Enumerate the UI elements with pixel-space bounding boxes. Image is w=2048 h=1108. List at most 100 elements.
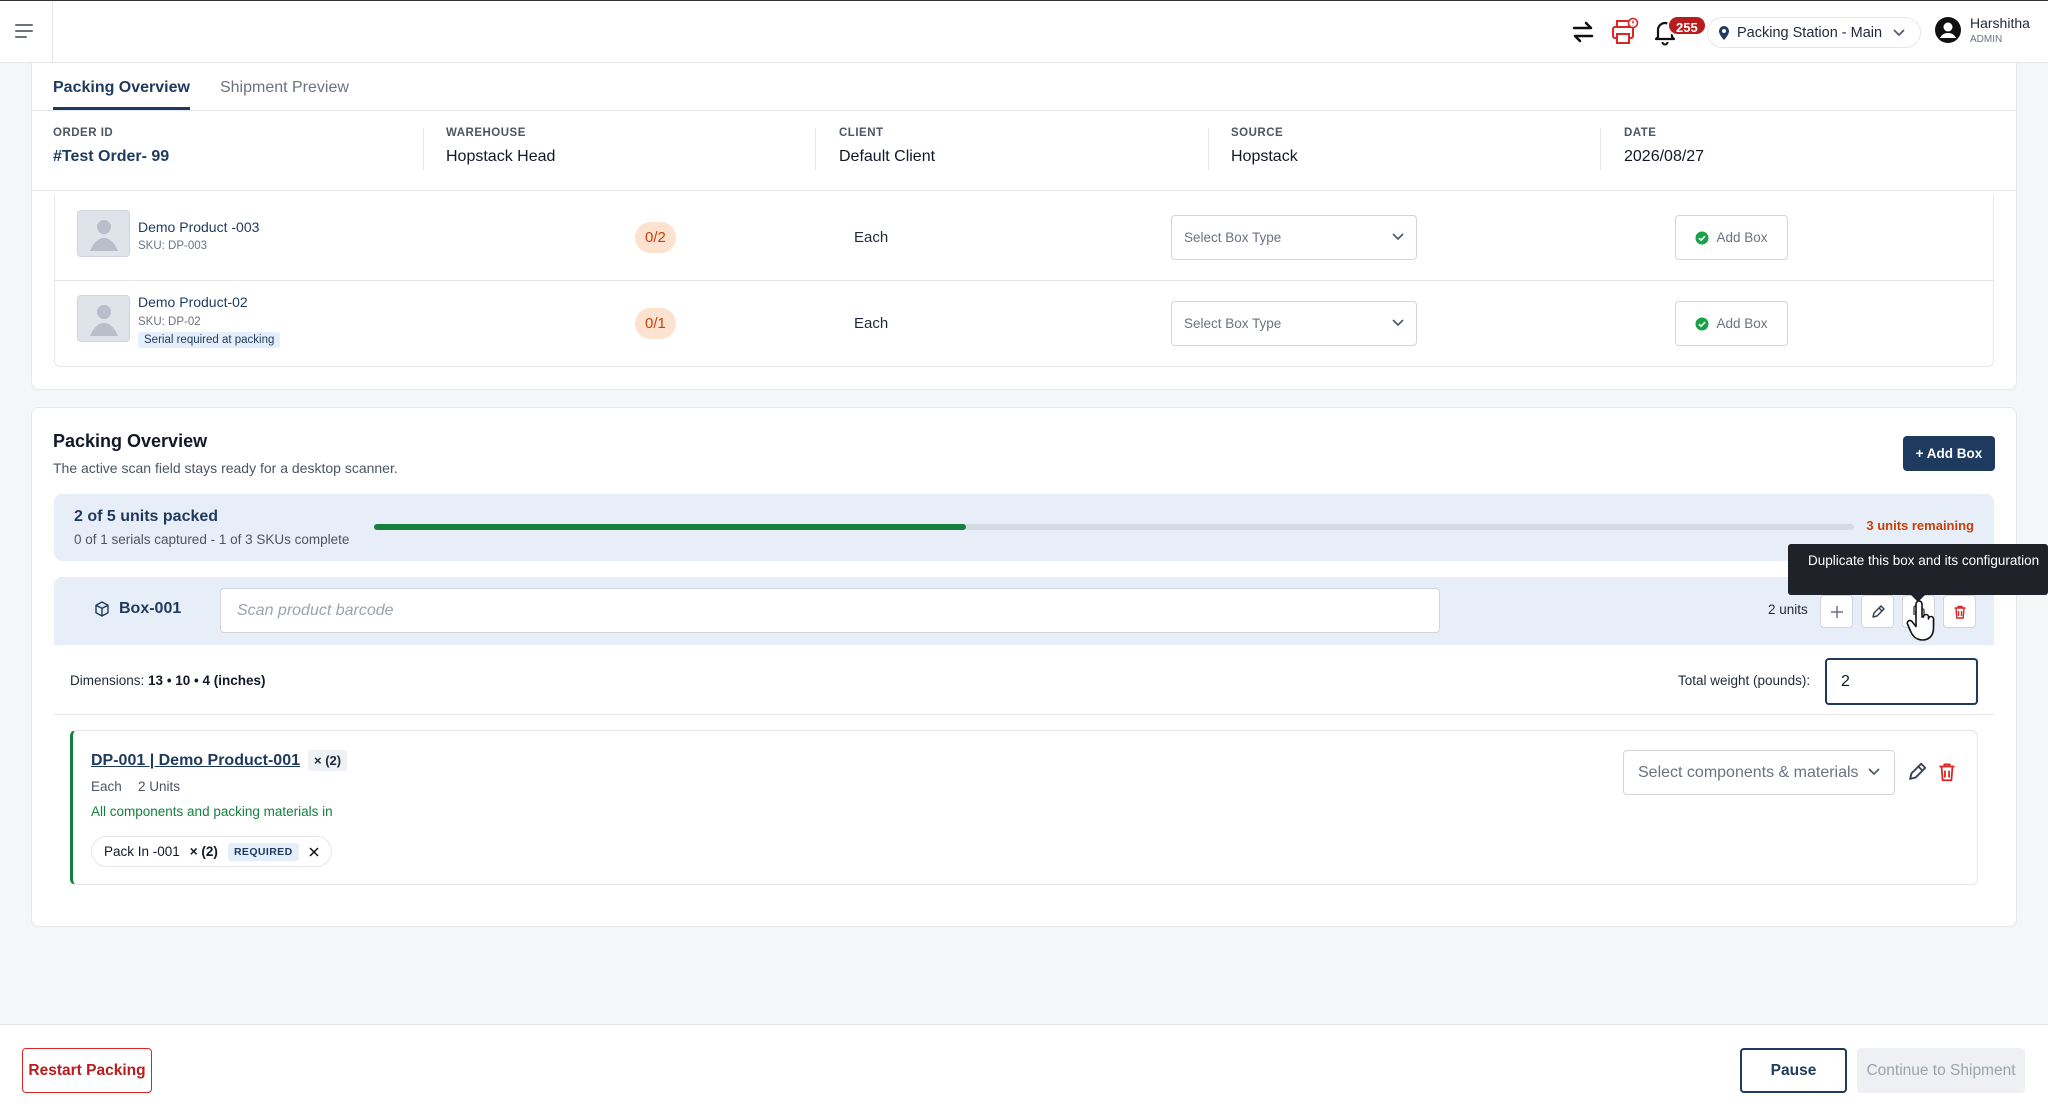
source-field: SOURCE Hopstack — [1231, 127, 1298, 172]
package-icon — [95, 601, 109, 617]
product-row: Demo Product -003 SKU: DP-003 0/2 Each S… — [54, 195, 1994, 281]
progress-track — [374, 524, 1854, 530]
packed-item-card: DP-001 | Demo Product-001 × (2) Each 2 U… — [70, 730, 1978, 885]
meta-divider — [815, 128, 816, 170]
edit-box-button[interactable] — [1861, 595, 1894, 628]
packed-item-uom: Each — [91, 779, 122, 794]
meta-divider — [1600, 128, 1601, 170]
material-chip: Pack In -001 × (2) REQUIRED — [91, 836, 332, 867]
packed-item-qty: × (2) — [308, 750, 348, 771]
add-box-button[interactable]: Add Box — [1675, 215, 1788, 260]
close-icon[interactable] — [309, 846, 319, 857]
chevron-down-icon — [1868, 768, 1880, 776]
printer-alert-icon[interactable] — [1609, 17, 1639, 47]
product-name[interactable]: Demo Product -003 — [138, 219, 259, 235]
tab-shipment-preview[interactable]: Shipment Preview — [220, 70, 349, 110]
notification-badge: 255 — [1667, 15, 1707, 36]
copy-icon — [1912, 604, 1925, 619]
continue-to-shipment-button[interactable]: Continue to Shipment — [1857, 1048, 2025, 1093]
pause-button[interactable]: Pause — [1740, 1048, 1847, 1093]
packed-item-status: All components and packing materials in — [91, 804, 333, 819]
menu-area — [0, 1, 53, 63]
progress-fill — [374, 524, 966, 530]
box-type-placeholder: Select Box Type — [1184, 230, 1282, 245]
add-box-primary-button[interactable]: + Add Box — [1903, 436, 1995, 471]
packed-item-units: 2 Units — [138, 779, 181, 794]
box-details: Dimensions: 13 • 10 • 4 (inches) Total w… — [54, 645, 1994, 715]
serial-required-tag: Serial required at packing — [138, 332, 281, 348]
footer-bar: Restart Packing Pause Continue to Shipme… — [0, 1024, 2048, 1108]
box-type-select[interactable]: Select Box Type — [1171, 301, 1417, 346]
product-thumbnail — [77, 210, 130, 257]
box-type-select[interactable]: Select Box Type — [1171, 215, 1417, 260]
weight-input[interactable] — [1825, 658, 1978, 705]
restart-packing-button[interactable]: Restart Packing — [22, 1048, 152, 1093]
box-dimensions: Dimensions: 13 • 10 • 4 (inches) — [70, 673, 266, 688]
location-pin-icon — [1719, 25, 1729, 40]
warehouse-field: WAREHOUSE Hopstack Head — [446, 127, 555, 172]
tab-packing-overview[interactable]: Packing Overview — [53, 70, 190, 110]
order-id-field: ORDER ID #Test Order- 99 — [53, 127, 169, 172]
client-value: Default Client — [839, 148, 936, 165]
box-label: Box-001 — [94, 600, 181, 618]
product-sku: SKU: DP-003 — [138, 240, 208, 252]
unit-of-measure: Each — [854, 315, 889, 332]
chevron-down-icon — [1392, 233, 1404, 241]
weight-label: Total weight (pounds): — [1678, 673, 1811, 688]
progress-title: 2 of 5 units packed — [74, 508, 219, 525]
meta-divider-bottom — [31, 190, 2017, 191]
source-value: Hopstack — [1231, 148, 1298, 165]
pencil-icon — [1871, 604, 1885, 618]
product-sku: SKU: DP-02 — [138, 316, 201, 328]
avatar-icon — [1935, 17, 1961, 43]
chevron-down-icon — [1893, 28, 1905, 36]
check-circle-icon — [1695, 231, 1709, 244]
dimensions-label: Dimensions: — [70, 673, 145, 688]
pencil-icon[interactable] — [1906, 761, 1930, 785]
components-select[interactable]: Select components & materials — [1623, 750, 1895, 795]
trash-icon[interactable] — [1936, 761, 1960, 785]
packing-title: Packing Overview — [53, 431, 208, 451]
components-placeholder: Select components & materials — [1638, 763, 1859, 781]
switch-icon[interactable] — [1568, 17, 1598, 47]
top-bar: 255 Packing Station - Main Harshitha ADM… — [0, 0, 2048, 63]
progress-card: 2 of 5 units packed 0 of 1 serials captu… — [54, 494, 1994, 561]
add-item-button[interactable] — [1820, 595, 1853, 628]
product-name[interactable]: Demo Product-02 — [138, 294, 248, 310]
chip-qty: × (2) — [189, 844, 218, 859]
menu-icon[interactable] — [14, 23, 38, 41]
packed-item-title[interactable]: DP-001 | Demo Product-001 — [91, 752, 300, 770]
units-remaining: 3 units remaining — [1866, 518, 1974, 533]
chevron-down-icon — [1392, 319, 1404, 327]
required-badge: REQUIRED — [227, 842, 299, 861]
tab-bar: Packing Overview Shipment Preview — [53, 70, 349, 110]
box-type-placeholder: Select Box Type — [1184, 316, 1282, 331]
date-field: DATE 2026/08/27 — [1624, 127, 1704, 172]
quantity-badge: 0/2 — [635, 222, 676, 253]
order-id-label: ORDER ID — [53, 127, 114, 139]
warehouse-value: Hopstack Head — [446, 148, 556, 165]
packing-subtitle: The active scan field stays ready for a … — [53, 460, 398, 476]
quantity-badge: 0/1 — [635, 308, 676, 339]
user-menu[interactable]: Harshitha ADMIN — [1934, 15, 2030, 45]
station-selector[interactable]: Packing Station - Main — [1707, 17, 1921, 48]
meta-divider — [1208, 128, 1209, 170]
progress-subtitle: 0 of 1 serials captured - 1 of 3 SKUs co… — [74, 532, 350, 547]
duplicate-tooltip: Duplicate this box and its configuration — [1788, 544, 2048, 602]
box-header: Box-001 2 units — [54, 577, 1994, 645]
date-label: DATE — [1624, 127, 1657, 139]
add-box-button[interactable]: Add Box — [1675, 301, 1788, 346]
source-label: SOURCE — [1231, 127, 1284, 139]
user-role: ADMIN — [1970, 34, 2003, 45]
meta-divider — [423, 128, 424, 170]
check-circle-icon — [1695, 317, 1709, 330]
order-id-value[interactable]: #Test Order- 99 — [53, 148, 169, 166]
trash-icon — [1954, 605, 1965, 619]
scan-barcode-input[interactable] — [220, 588, 1440, 633]
client-field: CLIENT Default Client — [839, 127, 935, 172]
delete-box-button[interactable] — [1943, 595, 1976, 628]
box-name: Box-001 — [119, 600, 182, 617]
add-box-label: Add Box — [1716, 230, 1768, 245]
station-label: Packing Station - Main — [1737, 24, 1883, 41]
client-label: CLIENT — [839, 127, 884, 139]
